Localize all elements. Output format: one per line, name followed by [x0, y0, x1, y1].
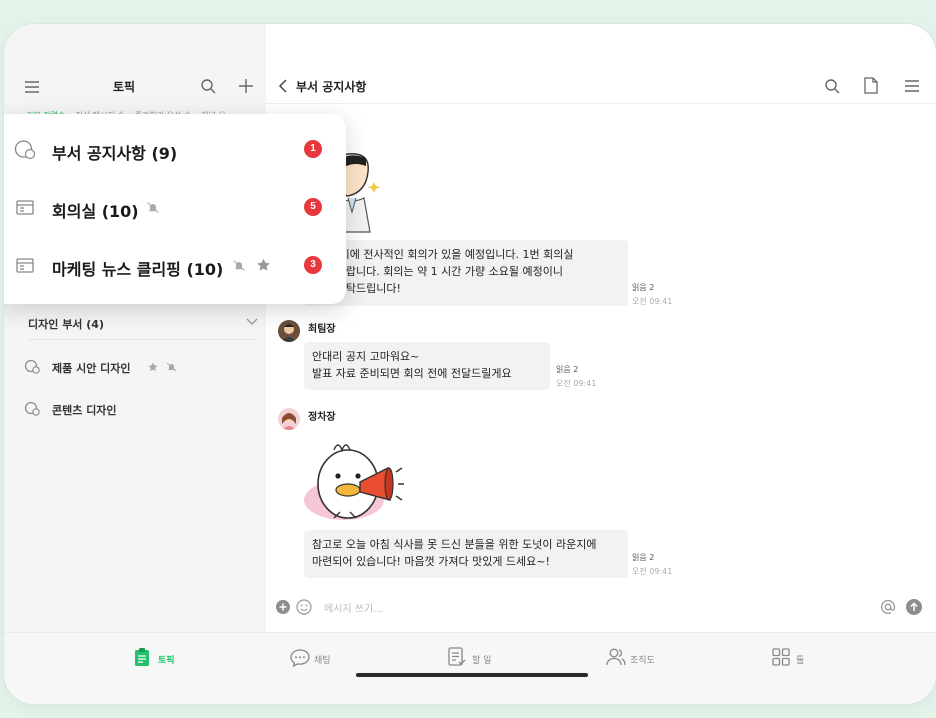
sidebar-header: 토픽: [4, 76, 266, 102]
back-chevron-icon[interactable]: [278, 79, 288, 93]
mute-bell-icon: [232, 259, 246, 272]
read-count: 읽음 2: [632, 553, 655, 562]
search-icon[interactable]: [200, 78, 216, 94]
bottom-tab-bar: 토픽 채팅 할 일 조직도 툴: [4, 632, 936, 704]
message-text-line: 안대리 공지 고마워요~: [312, 350, 420, 363]
message-bubble[interactable]: 안대리 공지 고마워요~ 발표 자료 준비되면 회의 전에 전달드릴게요: [304, 342, 550, 390]
popover-item-label: 부서 공지사항 (9): [52, 144, 178, 163]
tab-label: 토픽: [158, 656, 175, 666]
tab-label: 할 일: [472, 656, 492, 666]
chat-header: 부서 공지사항: [266, 74, 936, 104]
sidebar-item-product-design[interactable]: 제품 시안 디자인: [24, 356, 254, 378]
chat-icon: [290, 649, 310, 667]
message-input[interactable]: 메시지 쓰기...: [324, 600, 383, 615]
add-attachment-icon[interactable]: [276, 600, 290, 614]
popover-item-label: 회의실 (10): [52, 202, 139, 221]
message-text-line: 마련되어 있습니다! 마음껏 가져다 맛있게 드세요~!: [312, 555, 550, 568]
avatar[interactable]: [278, 408, 300, 430]
tablet-screen: 토픽 기본 정렬순최신 메시지 순즐겨찾기 우선 순채널 유 디자인 부서 (4…: [4, 24, 936, 704]
favorite-topics-popover: 부서 공지사항 (9) 1 회의실 (10) 5 마케팅 뉴스 클리핑 (10): [4, 114, 346, 304]
todo-icon: [448, 647, 466, 667]
read-count: 읽음 2: [632, 283, 655, 292]
chat-bubble-icon: [14, 140, 36, 160]
sidebar-item-content-design[interactable]: 콘텐츠 디자인: [24, 398, 254, 420]
search-icon[interactable]: [824, 78, 840, 94]
popover-item-label: 마케팅 뉴스 클리핑 (10): [52, 260, 224, 279]
emoji-icon[interactable]: [296, 599, 312, 615]
sender-name: 정차장: [308, 412, 336, 423]
mute-bell-icon: [146, 201, 160, 214]
duck-megaphone-sticker: [304, 434, 404, 526]
unread-badge: 3: [304, 256, 322, 274]
message-text-line: 시길 바랍니다. 회의는 약 1 시간 가량 소요될 예정이니: [312, 265, 563, 278]
message-bubble[interactable]: 전 11시에 전사적인 회의가 있을 예정입니다. 1번 회의실 시길 바랍니다…: [304, 240, 628, 306]
clipboard-icon: [134, 647, 150, 667]
sidebar-item-label: 제품 시안 디자인: [52, 362, 131, 375]
message-text-line: 참고로 오늘 아침 식사를 못 드신 분들을 위한 도넛이 라운지에: [312, 538, 597, 551]
tab-label: 툴: [796, 656, 805, 666]
people-icon: [606, 648, 626, 666]
home-indicator[interactable]: [356, 673, 588, 677]
chat-panel: 부서 공지사항 전 11시에 전사적인 회의가 있을 예정입니다. 1번 회의실…: [266, 24, 936, 632]
message-text-line: 발표 자료 준비되면 회의 전에 전달드릴게요: [312, 367, 512, 380]
popover-item-meeting-room[interactable]: 회의실 (10) 5: [4, 178, 346, 236]
unread-badge: 1: [304, 140, 322, 158]
board-icon: [16, 200, 34, 215]
popover-item-dept-notice[interactable]: 부서 공지사항 (9) 1: [4, 120, 346, 178]
message-bubble[interactable]: 참고로 오늘 아침 식사를 못 드신 분들을 위한 도넛이 라운지에 마련되어 …: [304, 530, 628, 578]
sidebar-title: 토픽: [112, 80, 136, 94]
chat-bubble-icon: [24, 402, 40, 416]
message-time: 오전 09:41: [556, 379, 597, 388]
message-text-line: 참고 부탁드립니다!: [312, 282, 401, 295]
message-text-line: 전 11시에 전사적인 회의가 있을 예정입니다. 1번 회의실: [312, 248, 574, 261]
popover-item-marketing-news[interactable]: 마케팅 뉴스 클리핑 (10) 3: [4, 236, 346, 294]
unread-badge: 5: [304, 198, 322, 216]
chevron-down-icon[interactable]: [246, 318, 258, 326]
mute-bell-icon: [166, 362, 177, 372]
hamburger-menu-icon[interactable]: [904, 79, 920, 93]
sender-name: 최팀장: [308, 324, 336, 335]
group-label: 디자인 부서 (4): [28, 318, 104, 331]
read-count: 읽음 2: [556, 365, 579, 374]
avatar[interactable]: [278, 320, 300, 342]
message-time: 오전 09:41: [632, 567, 673, 576]
star-icon[interactable]: [256, 258, 271, 272]
board-icon: [16, 258, 34, 273]
message-composer: 메시지 쓰기...: [266, 594, 936, 624]
add-icon[interactable]: [238, 78, 254, 94]
chat-bubble-icon: [24, 360, 40, 374]
star-icon[interactable]: [148, 362, 158, 372]
mention-icon[interactable]: [880, 599, 896, 615]
tab-label: 조직도: [630, 656, 655, 666]
grid-icon: [772, 648, 790, 666]
sidebar-item-label: 콘텐츠 디자인: [52, 404, 117, 417]
tab-label: 채팅: [314, 656, 331, 666]
chat-title: 부서 공지사항: [296, 80, 367, 94]
message-time: 오전 09:41: [632, 297, 673, 306]
send-icon[interactable]: [906, 599, 922, 615]
file-icon[interactable]: [864, 77, 878, 94]
group-header-design[interactable]: 디자인 부서 (4): [28, 316, 258, 340]
hamburger-menu-icon[interactable]: [24, 80, 40, 94]
